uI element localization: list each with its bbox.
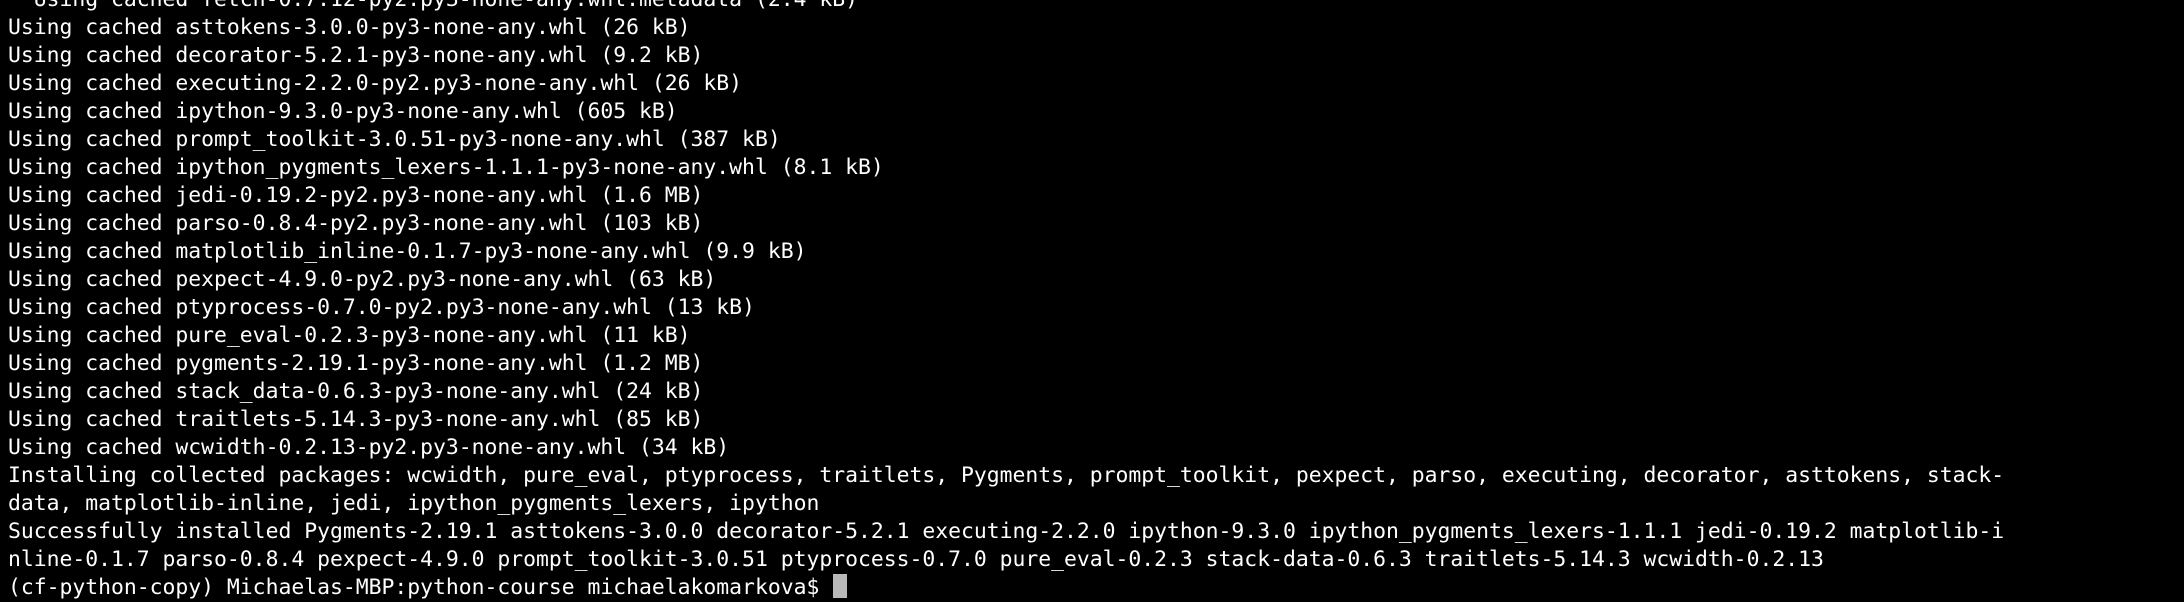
output-line: Using cached matplotlib_inline-0.1.7-py3… bbox=[8, 239, 807, 264]
output-line: Using cached ipython_pygments_lexers-1.1… bbox=[8, 155, 884, 180]
prompt-line[interactable]: (cf-python-copy) Michaelas-MBP:python-co… bbox=[8, 574, 2184, 602]
output-line: Using cached pure_eval-0.2.3-py3-none-an… bbox=[8, 323, 691, 348]
terminal-output: Using cached fetch-0.7.12-py2.py3-none-a… bbox=[8, 0, 2184, 602]
text-cursor bbox=[833, 574, 848, 598]
terminal-window[interactable]: Using cached fetch-0.7.12-py2.py3-none-a… bbox=[0, 0, 2184, 602]
shell-prompt: (cf-python-copy) Michaelas-MBP:python-co… bbox=[8, 575, 833, 600]
output-line: Installing collected packages: wcwidth, … bbox=[8, 463, 2005, 488]
output-line: Using cached wcwidth-0.2.13-py2.py3-none… bbox=[8, 435, 730, 460]
output-line: data, matplotlib-inline, jedi, ipython_p… bbox=[8, 491, 820, 516]
output-line: Using cached asttokens-3.0.0-py3-none-an… bbox=[8, 15, 691, 40]
output-line: Using cached decorator-5.2.1-py3-none-an… bbox=[8, 43, 704, 68]
output-line: Using cached prompt_toolkit-3.0.51-py3-n… bbox=[8, 127, 781, 152]
output-line: Using cached pygments-2.19.1-py3-none-an… bbox=[8, 351, 704, 376]
output-line: Using cached parso-0.8.4-py2.py3-none-an… bbox=[8, 211, 704, 236]
output-line: Using cached traitlets-5.14.3-py3-none-a… bbox=[8, 407, 704, 432]
output-line: Using cached pexpect-4.9.0-py2.py3-none-… bbox=[8, 267, 717, 292]
output-line: Using cached stack_data-0.6.3-py3-none-a… bbox=[8, 379, 704, 404]
output-line: Using cached ipython-9.3.0-py3-none-any.… bbox=[8, 99, 678, 124]
output-line: Using cached executing-2.2.0-py2.py3-non… bbox=[8, 71, 743, 96]
output-line: Successfully installed Pygments-2.19.1 a… bbox=[8, 519, 2005, 544]
output-line: Using cached fetch-0.7.12-py2.py3-none-a… bbox=[8, 0, 2184, 14]
output-line: Using cached ptyprocess-0.7.0-py2.py3-no… bbox=[8, 295, 755, 320]
output-line: Using cached jedi-0.19.2-py2.py3-none-an… bbox=[8, 183, 704, 208]
output-line: nline-0.1.7 parso-0.8.4 pexpect-4.9.0 pr… bbox=[8, 547, 1824, 572]
